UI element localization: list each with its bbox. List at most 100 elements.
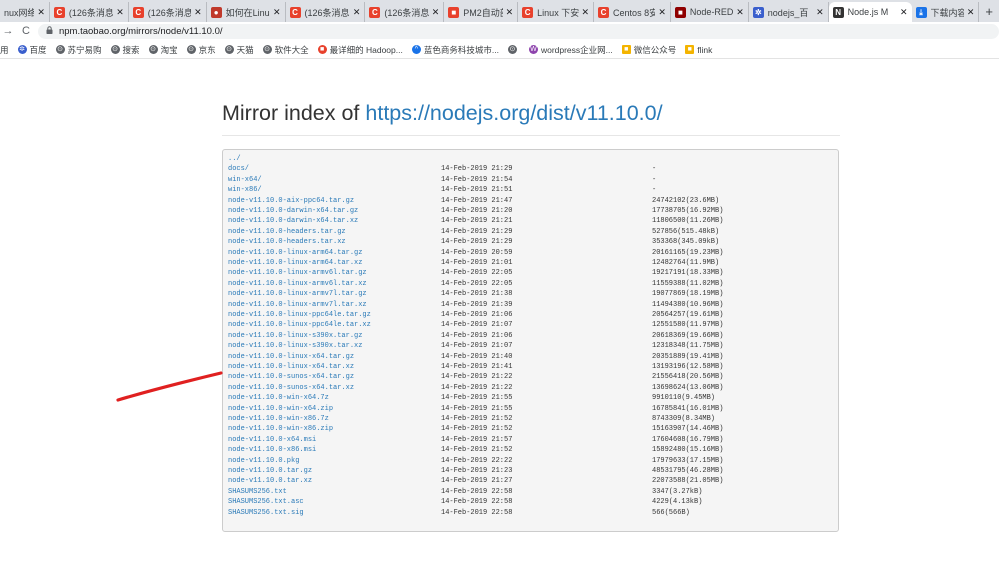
browser-tab[interactable]: ■PM2自动部 ✕ [444, 2, 519, 22]
file-link[interactable]: docs/ [228, 164, 249, 174]
file-link[interactable]: node-v11.10.0-linux-armv6l.tar.gz [228, 268, 367, 278]
bookmark-item[interactable]: ⊙ 苏宁易购 [55, 44, 102, 56]
file-link[interactable]: node-v11.10.0-linux-arm64.tar.gz [228, 248, 362, 258]
address-bar[interactable]: npm.taobao.org/mirrors/node/v11.10.0/ [37, 23, 999, 39]
tab-favicon-icon: ■ [448, 6, 460, 18]
file-link[interactable]: SHASUMS256.txt.asc [228, 497, 304, 507]
bookmark-item[interactable]: ⊙ 天猫 [224, 44, 254, 56]
dist-link[interactable]: https://nodejs.org/dist/v11.10.0/ [365, 101, 662, 125]
file-link[interactable]: node-v11.10.0-darwin-x64.tar.xz [228, 216, 358, 226]
file-link[interactable]: node-v11.10.0-x64.msi [228, 435, 316, 445]
bookmark-item[interactable]: 用 [0, 44, 9, 56]
file-link[interactable]: node-v11.10.0-linux-armv6l.tar.xz [228, 279, 367, 289]
browser-tab[interactable]: ✲ nodejs_百 ✕ [749, 2, 829, 22]
bookmark-item[interactable]: ⊙ 京东 [186, 44, 216, 56]
file-link[interactable]: ../ [228, 154, 241, 164]
bookmark-item[interactable]: Wwordpress企业网... [528, 44, 613, 56]
listing-row: node-v11.10.0-win-x86.zip 14-Feb-2019 21:… [228, 424, 828, 434]
url-text[interactable]: npm.taobao.org/mirrors/node/v11.10.0/ [59, 26, 223, 37]
file-link[interactable]: node-v11.10.0-win-x64.zip [228, 404, 333, 414]
file-link[interactable]: node-v11.10.0-headers.tar.gz [228, 227, 346, 237]
file-link[interactable]: node-v11.10.0-win-x86.zip [228, 424, 333, 434]
file-link[interactable]: node-v11.10.0-linux-ppc64le.tar.gz [228, 310, 371, 320]
browser-tab[interactable]: C (126条消息 ✕ [129, 2, 207, 22]
bookmark-item[interactable]: ⊙ [507, 45, 520, 54]
close-icon[interactable]: ✕ [353, 7, 361, 18]
file-link[interactable]: node-v11.10.0-linux-x64.tar.gz [228, 352, 354, 362]
tab-favicon-icon: C [53, 6, 65, 18]
file-link[interactable]: node-v11.10.0-win-x86.7z [228, 414, 329, 424]
tab-favicon-icon: N [832, 6, 844, 18]
browser-tab[interactable]: C (126条消息 ✕ [286, 2, 366, 22]
file-date: 14-Feb-2019 21:07 [441, 342, 513, 351]
bookmark-item[interactable]: ⊙ 搜索 [110, 44, 140, 56]
close-icon[interactable]: ✕ [900, 7, 908, 18]
close-icon[interactable]: ✕ [736, 7, 744, 18]
bookmark-item[interactable]: ⊙ 淘宝 [148, 44, 178, 56]
file-date: 14-Feb-2019 21:47 [441, 196, 513, 205]
browser-tab[interactable]: C Linux 下安 ✕ [518, 2, 595, 22]
file-link[interactable]: node-v11.10.0-linux-armv7l.tar.gz [228, 289, 367, 299]
close-icon[interactable]: ✕ [116, 7, 124, 18]
browser-tab[interactable]: nux网络配✕ [0, 2, 50, 22]
file-link[interactable]: node-v11.10.0-linux-x64.tar.xz [228, 362, 354, 372]
browser-tab[interactable]: ● 如何在Linu ✕ [207, 2, 286, 22]
tab-favicon-icon: C [132, 6, 144, 18]
close-icon[interactable]: ✕ [37, 7, 45, 18]
file-link[interactable]: win-x86/ [228, 185, 262, 195]
listing-row: node-v11.10.0-x86.msi 14-Feb-2019 21:52 15… [228, 445, 828, 455]
file-link[interactable]: node-v11.10.0-sunos-x64.tar.xz [228, 383, 354, 393]
forward-arrow-icon[interactable]: → [2, 25, 14, 37]
close-icon[interactable]: ✕ [273, 7, 281, 18]
close-icon[interactable]: ✕ [658, 7, 666, 18]
bookmarks-bar: 用 ✲ 百度 ⊙ 苏宁易购 ⊙ 搜索 ⊙ 淘宝 ⊙ 京东 ⊙ 天猫 ⊙ 软件大全 ■ 最详细的 Hadoop..… [0, 41, 999, 59]
bookmark-item[interactable]: ■ 微信公众号 [621, 44, 676, 56]
file-link[interactable]: node-v11.10.0-aix-ppc64.tar.gz [228, 196, 354, 206]
close-icon[interactable]: ✕ [506, 7, 514, 18]
new-tab-button[interactable]: + [979, 2, 999, 22]
file-date: 14-Feb-2019 21:23 [441, 467, 513, 475]
file-link[interactable]: SHASUMS256.txt.sig [228, 508, 304, 518]
close-icon[interactable]: ✕ [967, 7, 975, 18]
file-link[interactable]: node-v11.10.0-win-x64.7z [228, 393, 329, 403]
file-link[interactable]: node-v11.10.0.tar.xz [228, 476, 312, 486]
tab-title: nodejs_百 [767, 7, 809, 18]
file-link[interactable]: node-v11.10.0-linux-arm64.tar.xz [228, 258, 362, 268]
browser-tab[interactable]: N Node.js M ✕ [828, 2, 912, 22]
browser-tab[interactable]: ■ Node-RED ✕ [671, 2, 749, 22]
browser-tab[interactable]: C Centos 8安 ✕ [594, 2, 671, 22]
bookmark-icon: ⊙ [55, 45, 65, 54]
file-size: - [652, 186, 657, 195]
file-date: 14-Feb-2019 21:55 [441, 394, 513, 403]
browser-tab[interactable]: C (126条消息 ✕ [50, 2, 129, 22]
close-icon[interactable]: ✕ [582, 7, 590, 18]
file-link[interactable]: node-v11.10.0.pkg [228, 456, 299, 466]
bookmark-item[interactable]: ■ 最详细的 Hadoop... [317, 44, 403, 56]
close-icon[interactable]: ✕ [432, 7, 440, 18]
listing-row: win-x86/14-Feb-2019 21:51 - [228, 185, 828, 195]
bookmark-item[interactable]: ^ 蓝色商务科技城市... [411, 44, 499, 56]
file-link[interactable]: node-v11.10.0-linux-s390x.tar.xz [228, 341, 362, 351]
bookmark-item[interactable]: ⊙ 软件大全 [262, 44, 309, 56]
file-link[interactable]: SHASUMS256.txt [228, 487, 287, 497]
file-link[interactable]: node-v11.10.0-darwin-x64.tar.gz [228, 206, 358, 216]
file-link[interactable]: node-v11.10.0-x86.msi [228, 445, 316, 455]
file-link[interactable]: node-v11.10.0-sunos-x64.tar.gz [228, 372, 354, 382]
bookmark-item[interactable]: ■ flink [685, 45, 712, 55]
bookmark-label: 搜索 [122, 44, 140, 55]
file-size: 13193196(12.58MB) [652, 363, 724, 371]
lock-icon[interactable] [46, 26, 53, 36]
close-icon[interactable]: ✕ [194, 7, 202, 18]
file-link[interactable]: node-v11.10.0.tar.gz [228, 466, 312, 476]
listing-row: node-v11.10.0-x64.msi 14-Feb-2019 21:57 17… [228, 435, 828, 445]
file-link[interactable]: node-v11.10.0-linux-s390x.tar.gz [228, 331, 362, 341]
close-icon[interactable]: ✕ [816, 7, 824, 18]
file-link[interactable]: node-v11.10.0-linux-armv7l.tar.xz [228, 300, 367, 310]
file-link[interactable]: node-v11.10.0-linux-ppc64le.tar.xz [228, 320, 371, 330]
file-link[interactable]: win-x64/ [228, 175, 262, 185]
reload-icon[interactable]: C [20, 25, 32, 37]
browser-tab[interactable]: ⤓ 下载内容 ✕ [912, 2, 980, 22]
browser-tab[interactable]: C (126条消息 ✕ [365, 2, 445, 22]
file-link[interactable]: node-v11.10.0-headers.tar.xz [228, 237, 346, 247]
bookmark-item[interactable]: ✲ 百度 [17, 44, 47, 56]
